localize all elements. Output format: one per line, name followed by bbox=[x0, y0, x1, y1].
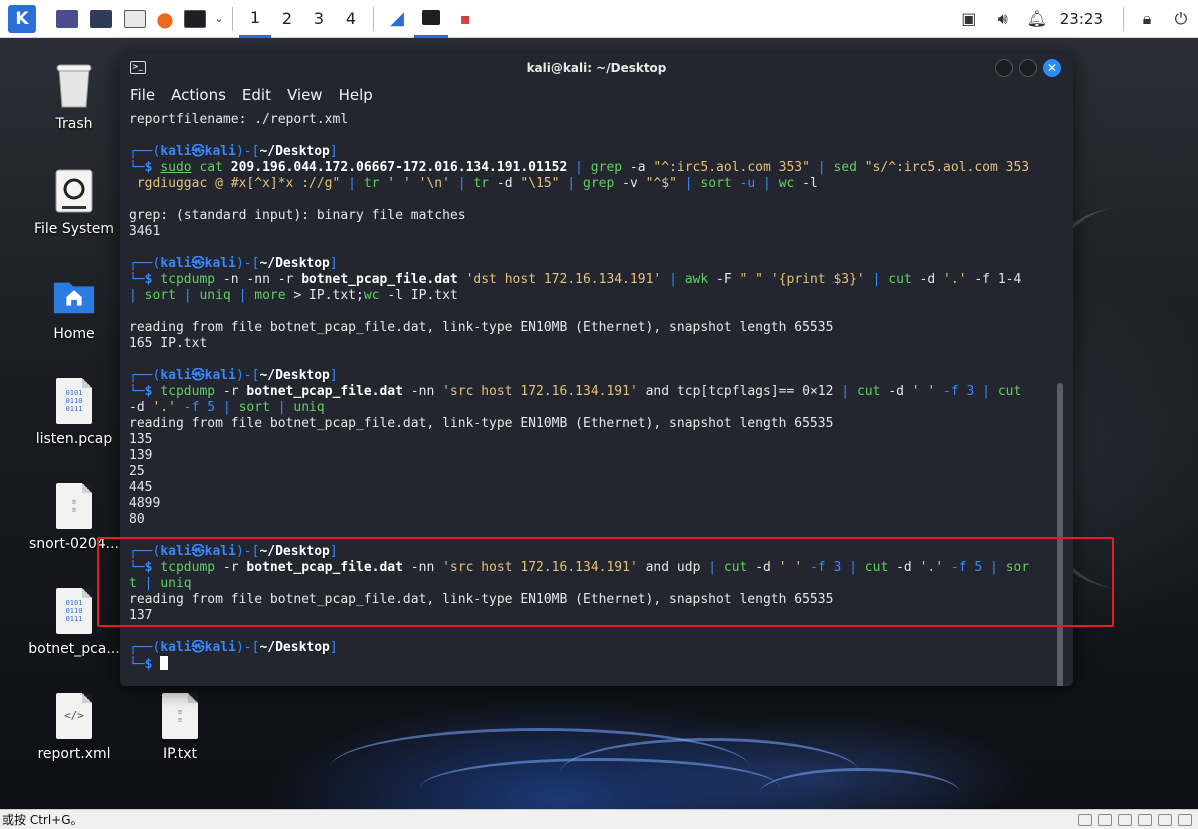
output-line: reading from file botnet_pcap_file.dat, … bbox=[129, 320, 834, 335]
output-line: grep: (standard input): binary file matc… bbox=[129, 208, 466, 223]
text-cursor bbox=[160, 656, 169, 670]
device-icon[interactable] bbox=[1158, 813, 1172, 826]
device-icon[interactable] bbox=[1118, 813, 1132, 826]
home-folder-icon bbox=[52, 272, 96, 320]
prompt-line: ┌──(kali㉿kali)-[~/Desktop] bbox=[129, 368, 338, 383]
workspace-1[interactable]: 1 bbox=[239, 0, 271, 38]
device-icon[interactable] bbox=[1178, 813, 1192, 826]
desktop-icon-label: listen.pcap bbox=[35, 431, 113, 447]
window-controls: ✕ bbox=[995, 59, 1061, 77]
desktop-icon-trash[interactable]: Trash bbox=[19, 62, 129, 132]
command-line: └─$ tcpdump -n -nn -r botnet_pcap_file.d… bbox=[129, 272, 1022, 287]
clock[interactable]: 23:23 bbox=[1060, 10, 1103, 28]
device-icon[interactable] bbox=[1098, 813, 1112, 826]
document-task-icon[interactable]: ▪ bbox=[448, 0, 482, 38]
desktop-icon-listen-pcap[interactable]: 0101 0110 0111 listen.pcap bbox=[19, 377, 129, 447]
minimize-button[interactable] bbox=[995, 59, 1013, 77]
menu-actions[interactable]: Actions bbox=[171, 86, 226, 104]
network-icon[interactable]: ▣ bbox=[952, 0, 986, 38]
kali-menu-icon[interactable]: K bbox=[8, 4, 36, 33]
output-line: 165 IP.txt bbox=[129, 336, 208, 351]
workspace-2[interactable]: 2 bbox=[271, 0, 303, 38]
desktop-icon-label: Home bbox=[53, 326, 95, 342]
workspace-3[interactable]: 3 bbox=[303, 0, 335, 38]
prompt-line: ┌──(kali㉿kali)-[~/Desktop] bbox=[129, 256, 338, 271]
command-line: └─$ sudo cat 209.196.044.172.06667-172.0… bbox=[129, 160, 1030, 175]
window-title: kali@kali: ~/Desktop bbox=[526, 61, 667, 75]
output-line: 445 bbox=[129, 480, 153, 495]
active-command-line[interactable]: └─$ bbox=[129, 656, 1054, 672]
desktop-icon-label: Trash bbox=[55, 116, 93, 132]
panel-separator bbox=[232, 6, 233, 31]
terminal-scrollbar[interactable] bbox=[1057, 383, 1063, 686]
firefox-icon[interactable]: ● bbox=[152, 0, 178, 38]
text-file-icon: ≡ ≡ bbox=[158, 692, 202, 740]
command-line: └─$ tcpdump -r botnet_pcap_file.dat -nn … bbox=[129, 384, 1022, 399]
notification-bell-icon[interactable]: 🔔︎ bbox=[1020, 0, 1054, 38]
desktop-icon-label: IP.txt bbox=[162, 746, 198, 762]
desktop-icon-label: botnet_pca... bbox=[28, 641, 120, 657]
output-line: 4899 bbox=[129, 496, 161, 511]
panel-separator bbox=[1123, 6, 1124, 31]
file-manager-icon[interactable] bbox=[90, 9, 112, 28]
trash-icon bbox=[52, 62, 96, 110]
device-icon[interactable] bbox=[1138, 813, 1152, 826]
desktop-icon-label: File System bbox=[33, 221, 115, 237]
status-icons bbox=[1078, 813, 1198, 826]
output-line: 135 bbox=[129, 432, 153, 447]
terminal-task-icon[interactable] bbox=[414, 0, 448, 38]
red-annotation-box bbox=[97, 537, 1114, 627]
system-tray: ▣ 🔊︎ 🔔︎ 23:23 🔒︎ ⏻ bbox=[952, 0, 1198, 38]
output-line: 139 bbox=[129, 448, 153, 463]
volume-icon[interactable]: 🔊︎ bbox=[986, 0, 1020, 38]
panel-separator bbox=[373, 6, 374, 31]
desktop-icon-file-system[interactable]: File System bbox=[19, 167, 129, 237]
status-hint: 或按 Ctrl+G。 bbox=[2, 813, 83, 827]
menu-edit[interactable]: Edit bbox=[242, 86, 271, 104]
command-line: -d '.' -f 5 | sort | uniq bbox=[129, 400, 325, 415]
terminal-launcher-icon[interactable] bbox=[184, 9, 206, 28]
close-button[interactable]: ✕ bbox=[1043, 59, 1061, 77]
desktop-icon-report-xml[interactable]: </> report.xml bbox=[19, 692, 129, 762]
host-status-bar: 或按 Ctrl+G。 bbox=[0, 809, 1198, 829]
wireshark-task-icon[interactable]: ◢ bbox=[380, 0, 414, 38]
binary-file-icon: 0101 0110 0111 bbox=[52, 587, 96, 635]
drive-icon bbox=[52, 167, 96, 215]
text-file-icon: ≡ ≡ bbox=[52, 482, 96, 530]
text-editor-icon[interactable] bbox=[124, 9, 146, 28]
terminal-app-icon: >_ bbox=[130, 61, 146, 74]
desktop-icon-label: report.xml bbox=[37, 746, 111, 762]
output-line: 3461 bbox=[129, 224, 161, 239]
lock-icon[interactable]: 🔒︎ bbox=[1130, 0, 1164, 38]
prompt-line: ┌──(kali㉿kali)-[~/Desktop] bbox=[129, 640, 338, 655]
command-line: rgdiuggac @ #x[^x]*x ://g" | tr ' ' '\n'… bbox=[129, 176, 818, 191]
terminal-menubar: File Actions Edit View Help bbox=[120, 83, 1073, 107]
prompt-line: ┌──(kali㉿kali)-[~/Desktop] bbox=[129, 144, 338, 159]
output-line: 80 bbox=[129, 512, 145, 527]
menu-help[interactable]: Help bbox=[339, 86, 373, 104]
menu-file[interactable]: File bbox=[130, 86, 155, 104]
chevron-down-icon[interactable]: ⌄ bbox=[212, 0, 226, 38]
power-icon[interactable]: ⏻ bbox=[1164, 0, 1198, 38]
binary-file-icon: 0101 0110 0111 bbox=[52, 377, 96, 425]
show-desktop-icon[interactable] bbox=[56, 9, 78, 28]
top-panel: K ● ⌄ 1 2 3 4 ◢ ▪ ▣ 🔊︎ 🔔︎ 23:23 🔒︎ ⏻ bbox=[0, 0, 1198, 38]
workspace-4[interactable]: 4 bbox=[335, 0, 367, 38]
output-line: 25 bbox=[129, 464, 145, 479]
command-line: | sort | uniq | more > IP.txt;wc -l IP.t… bbox=[129, 288, 458, 303]
maximize-button[interactable] bbox=[1019, 59, 1037, 77]
desktop-icon-ip-txt[interactable]: ≡ ≡ IP.txt bbox=[125, 692, 235, 762]
output-line: reportfilename: ./report.xml bbox=[129, 112, 349, 127]
terminal-titlebar[interactable]: >_ kali@kali: ~/Desktop ✕ bbox=[120, 53, 1073, 83]
device-icon[interactable] bbox=[1078, 813, 1092, 826]
output-line: reading from file botnet_pcap_file.dat, … bbox=[129, 416, 834, 431]
xml-file-locked-icon: </> bbox=[52, 692, 96, 740]
desktop-icon-home[interactable]: Home bbox=[19, 272, 129, 342]
menu-view[interactable]: View bbox=[287, 86, 323, 104]
